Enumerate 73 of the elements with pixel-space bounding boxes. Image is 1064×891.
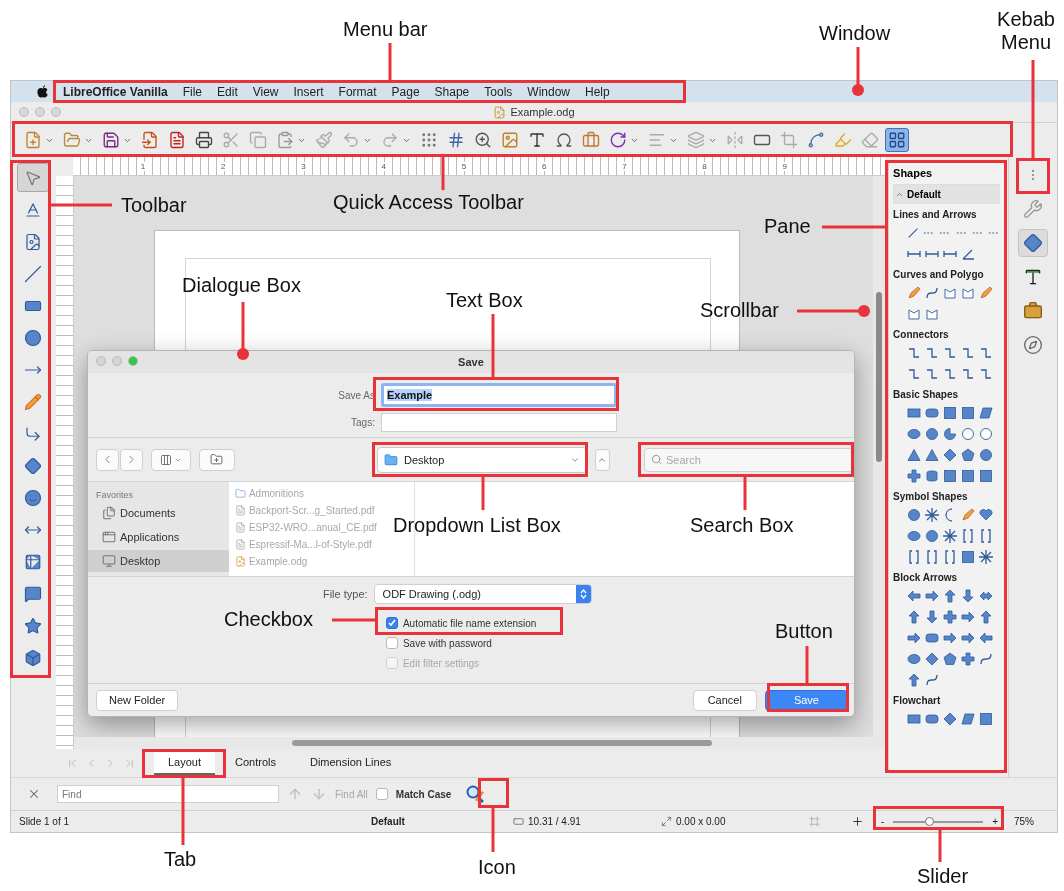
ruler-number: 8 [700, 161, 709, 171]
ruler-number: 5 [459, 161, 469, 171]
menu-item[interactable]: Page [391, 84, 420, 99]
sidebar-item[interactable]: Desktop [87, 550, 229, 572]
menu-item[interactable]: Tools [484, 84, 513, 99]
ruler-number: 7 [620, 161, 629, 171]
file-type-dropdown[interactable]: ODF Drawing (.odg) [373, 584, 592, 604]
callout-label: Dialogue Box [182, 274, 301, 297]
app-menu[interactable]: LibreOffice Vanilla [63, 84, 168, 99]
status-text: 10.31 / 4.91 [528, 816, 581, 827]
menu-item[interactable]: Shape [434, 84, 470, 99]
callout-label: Search Box [690, 514, 794, 537]
section-title: Lines and Arrows [893, 209, 978, 220]
section-title: Curves and Polygo [893, 269, 985, 280]
cancel-button[interactable]: Cancel [692, 689, 757, 711]
menu-item[interactable]: View [252, 84, 279, 99]
zoom-in-button[interactable]: + [992, 816, 999, 827]
callout-label: Quick Access Toolbar [333, 191, 524, 214]
callout-label: Slider [917, 865, 969, 888]
callout-label: Tab [164, 848, 197, 871]
callout-label: Dropdown List Box [393, 514, 561, 537]
tab[interactable]: Controls [221, 751, 290, 775]
field-label: File type: [322, 588, 368, 600]
checkbox-label: Edit filter settings [402, 657, 480, 669]
ruler-number: 4 [379, 161, 388, 171]
zoom-out-button[interactable]: - [881, 816, 885, 827]
field-label: Tags: [351, 417, 375, 428]
window-title: Example.odg [510, 106, 575, 118]
ruler-number: 6 [539, 161, 549, 171]
tab[interactable]: Dimension Lines [295, 751, 406, 775]
section-title: Basic Shapes [893, 389, 960, 400]
callout-label: Window [819, 22, 891, 45]
callout-label: Menu bar [343, 18, 428, 41]
tab[interactable]: Layout [153, 751, 215, 775]
ruler-number: 2 [219, 161, 228, 171]
find-field[interactable]: Find [57, 785, 279, 803]
sidebar-heading: Favorites [94, 490, 134, 500]
checkbox-label: Automatic file name extension [402, 617, 537, 629]
ruler-number: 3 [299, 161, 308, 171]
callout-label: Toolbar [121, 194, 187, 217]
callout-label: Pane [764, 215, 811, 238]
checkbox-label: Save with password [402, 637, 492, 649]
callout-label: Checkbox [224, 608, 313, 631]
section-title: Block Arrows [893, 572, 959, 583]
callout-label: Button [775, 620, 833, 643]
ruler-number: 9 [780, 161, 790, 171]
dialog-title: Save [458, 356, 484, 368]
group-header[interactable]: Default [893, 185, 1001, 204]
sidebar-item[interactable]: Applications [87, 526, 229, 548]
menu-item[interactable]: Edit [217, 84, 238, 99]
status-text: 0.00 x 0.00 [676, 816, 726, 827]
callout-label: Icon [478, 856, 516, 879]
section-title: Connectors [893, 329, 950, 340]
ruler-number: 1 [138, 161, 148, 171]
menu-item[interactable]: File [182, 84, 203, 99]
new-folder-button[interactable]: New Folder [95, 689, 179, 711]
section-title: Symbol Shapes [893, 491, 969, 502]
menu-item[interactable]: Help [585, 84, 610, 99]
callout-label: Kebab Menu [996, 8, 1056, 54]
status-text: Slide 1 of 1 [19, 816, 70, 827]
menu-item[interactable]: Insert [293, 84, 324, 99]
callout-label: Scrollbar [700, 299, 779, 322]
menu-item[interactable]: Format [338, 84, 377, 99]
menu-item[interactable]: Window [527, 84, 570, 99]
input-field[interactable]: Example [380, 383, 617, 407]
callout-label: Text Box [446, 289, 523, 312]
zoom-percent: 75% [1014, 816, 1034, 827]
section-title: Flowchart [893, 695, 942, 706]
status-text: Default [371, 816, 405, 827]
location-dropdown[interactable]: Desktop [376, 446, 587, 473]
pane-title: Shapes [893, 167, 933, 179]
sidebar-item[interactable]: Documents [87, 502, 229, 524]
checkbox-label: Match Case [395, 788, 452, 800]
